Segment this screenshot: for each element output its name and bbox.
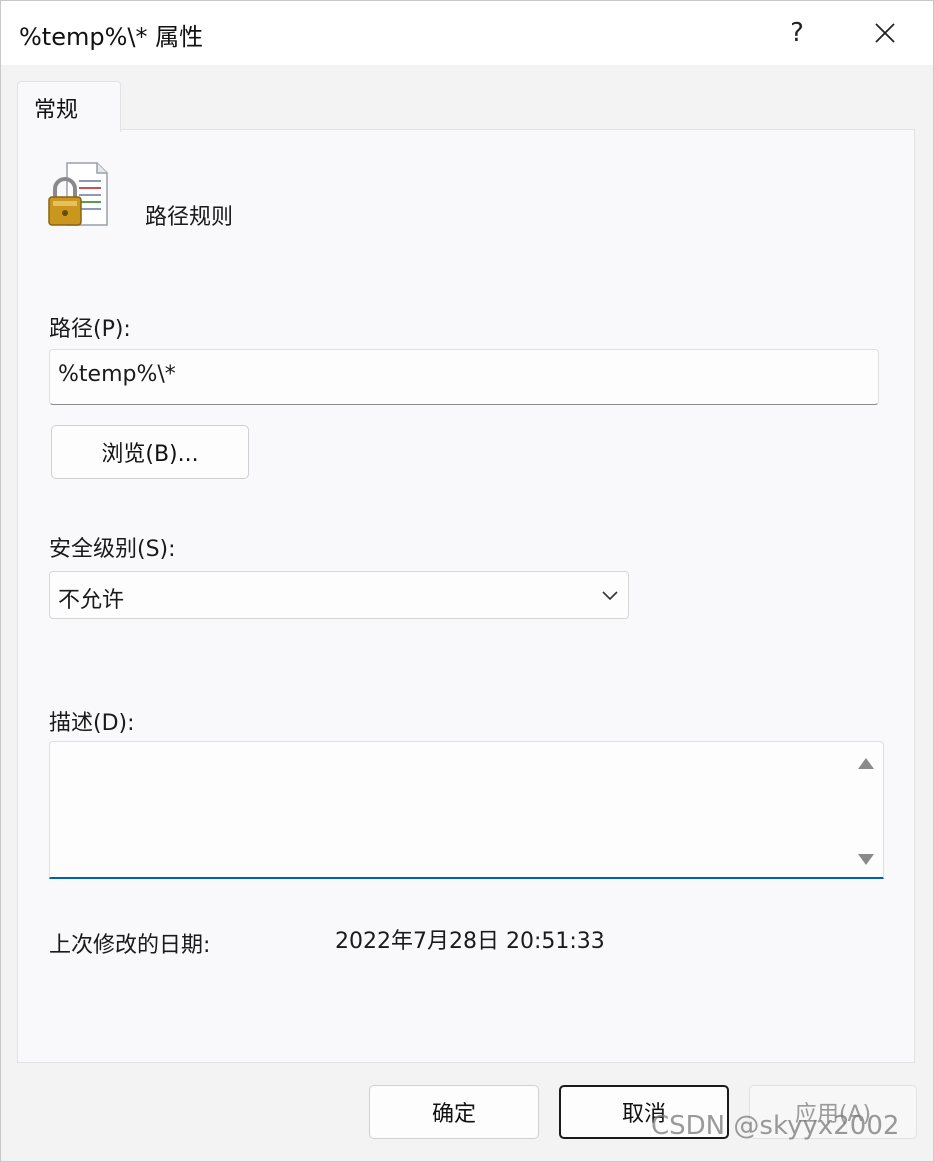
close-button[interactable] bbox=[857, 9, 913, 57]
description-textarea[interactable] bbox=[49, 741, 884, 879]
chevron-down-icon bbox=[602, 591, 618, 601]
description-scrollbar[interactable] bbox=[851, 746, 881, 874]
watermark: CSDN @skyyx2002 bbox=[651, 1111, 900, 1141]
browse-button[interactable]: 浏览(B)... bbox=[51, 425, 249, 479]
help-button[interactable]: ? bbox=[769, 9, 825, 57]
scroll-up-icon[interactable] bbox=[858, 758, 874, 769]
lock-document-icon bbox=[48, 162, 108, 226]
ok-button[interactable]: 确定 bbox=[369, 1085, 539, 1139]
path-label: 路径(P): bbox=[49, 317, 131, 342]
scroll-down-icon[interactable] bbox=[858, 854, 874, 865]
modified-date-value: 2022年7月28日 20:51:33 bbox=[335, 929, 605, 954]
security-level-select[interactable]: 不允许 bbox=[49, 571, 629, 619]
security-level-value: 不允许 bbox=[58, 588, 125, 613]
window-title: %temp%\* 属性 bbox=[19, 23, 204, 51]
tab-general[interactable]: 常规 bbox=[17, 81, 121, 132]
rule-type-name: 路径规则 bbox=[145, 205, 234, 230]
close-icon bbox=[875, 23, 895, 43]
security-level-label: 安全级别(S): bbox=[49, 537, 176, 562]
properties-dialog: %temp%\* 属性 ? 常规 路径规则 路径(P): %temp%\* 浏览… bbox=[0, 0, 934, 1162]
description-label: 描述(D): bbox=[49, 711, 135, 736]
tab-general-label: 常规 bbox=[34, 98, 79, 123]
title-bar[interactable]: %temp%\* 属性 ? bbox=[1, 1, 933, 65]
path-value: %temp%\* bbox=[58, 362, 176, 387]
path-input[interactable]: %temp%\* bbox=[49, 349, 879, 405]
help-icon: ? bbox=[790, 18, 804, 48]
modified-date-label: 上次修改的日期: bbox=[49, 933, 211, 958]
